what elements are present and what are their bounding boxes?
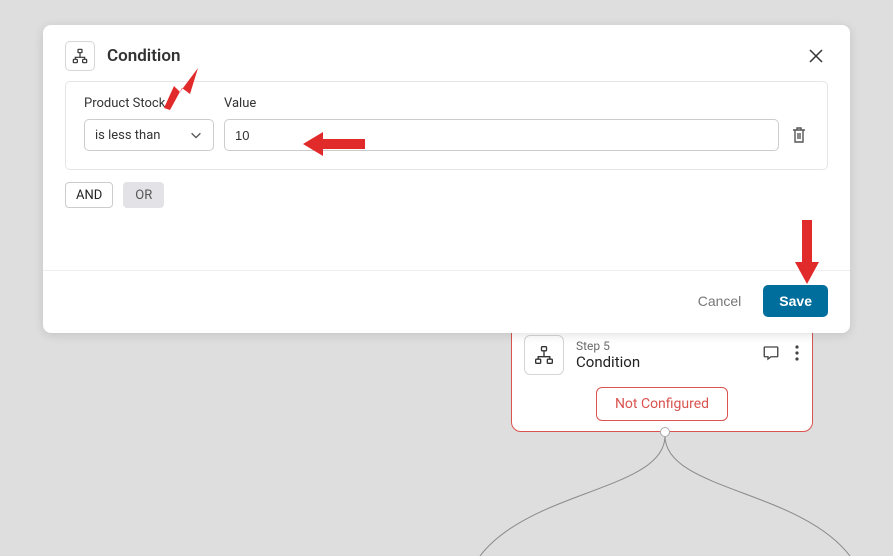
- connector-dot: [660, 427, 670, 437]
- or-button[interactable]: OR: [123, 182, 164, 208]
- flow-step-card[interactable]: Step 5 Condition Not Configured: [511, 324, 813, 432]
- operator-select-value: is less than: [95, 128, 160, 143]
- delete-condition-button[interactable]: [789, 125, 809, 145]
- product-stock-label: Product Stock: [84, 96, 224, 111]
- and-button[interactable]: AND: [65, 182, 113, 208]
- comment-icon[interactable]: [762, 344, 780, 366]
- hierarchy-icon: [65, 41, 95, 71]
- hierarchy-icon: [524, 335, 564, 375]
- kebab-menu-icon[interactable]: [794, 344, 800, 366]
- flow-step-label: Step 5: [576, 339, 762, 353]
- value-input[interactable]: [224, 119, 779, 151]
- chevron-down-icon: [189, 128, 203, 142]
- not-configured-badge[interactable]: Not Configured: [596, 387, 728, 421]
- close-button[interactable]: [804, 44, 828, 68]
- modal-title: Condition: [107, 46, 804, 66]
- value-label: Value: [224, 96, 256, 111]
- cancel-button[interactable]: Cancel: [692, 292, 748, 310]
- condition-group: Product Stock Value is less than: [65, 81, 828, 170]
- operator-select[interactable]: is less than: [84, 119, 214, 151]
- flow-step-title: Condition: [576, 353, 762, 371]
- condition-modal: Condition Product Stock Value is less th…: [43, 25, 850, 333]
- save-button[interactable]: Save: [763, 285, 828, 317]
